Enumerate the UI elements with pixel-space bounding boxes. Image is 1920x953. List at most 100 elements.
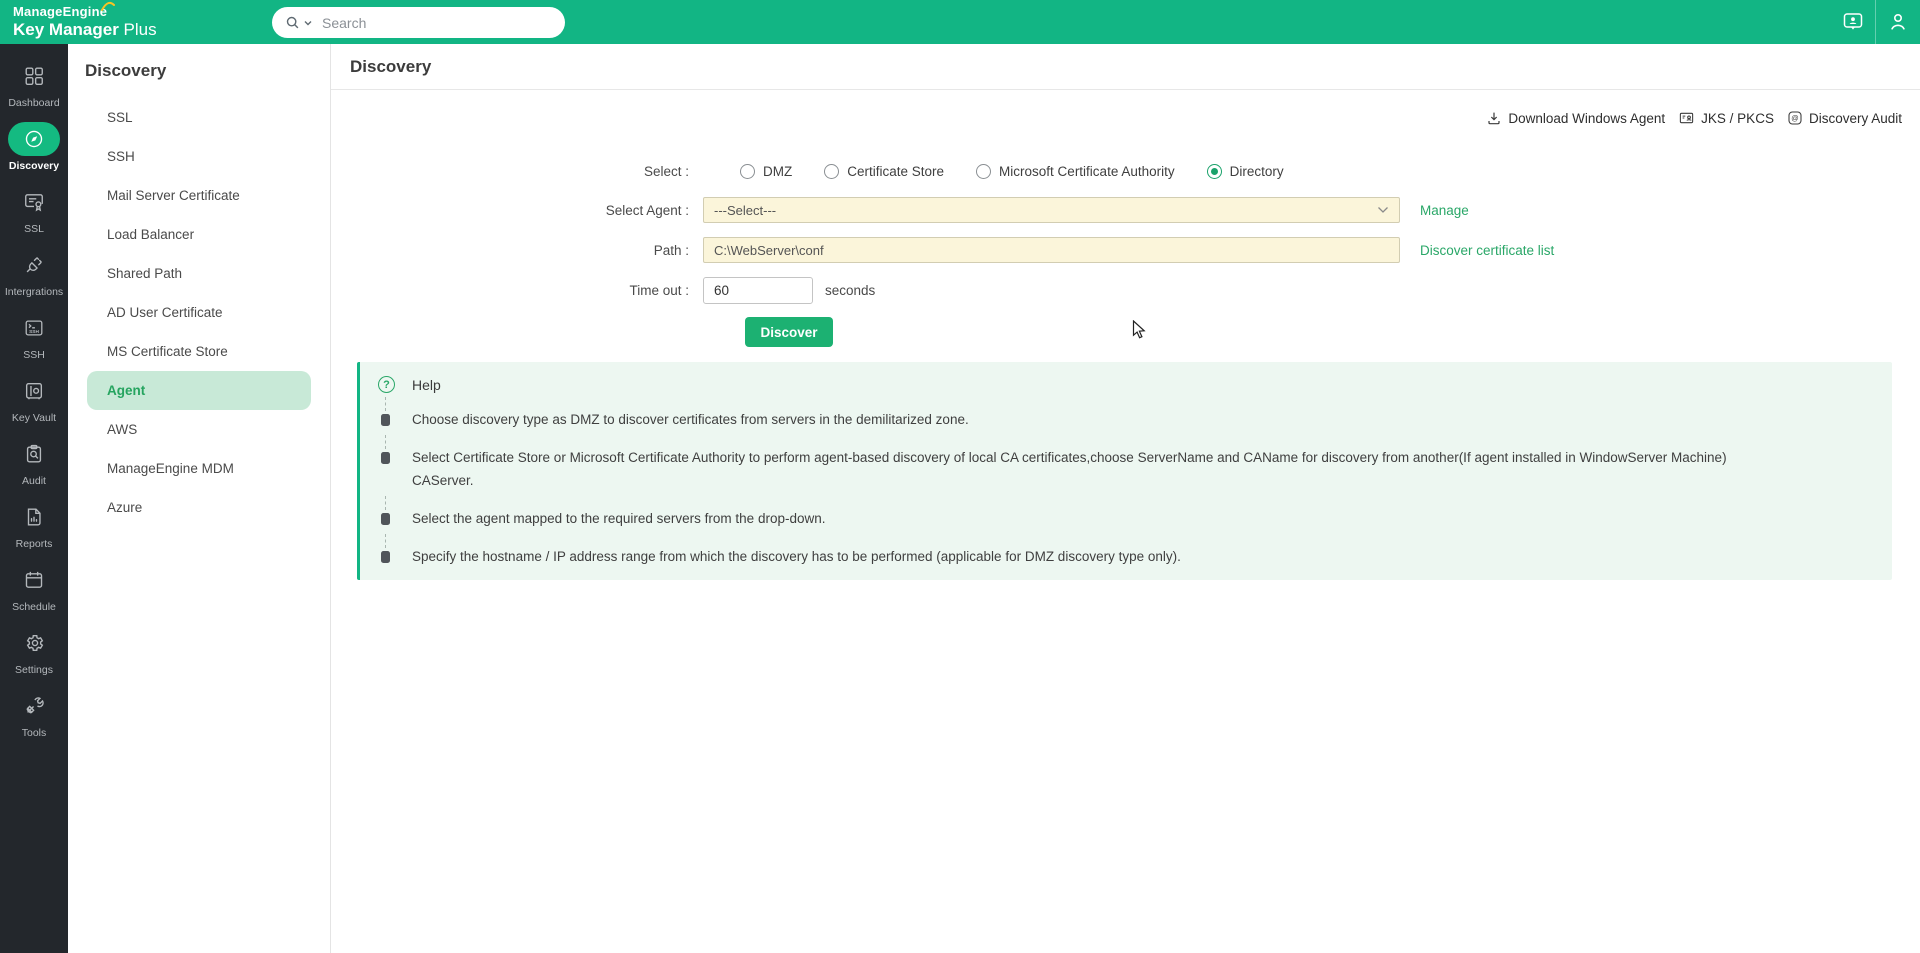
audit-at-icon: @ <box>1787 110 1803 126</box>
manage-link[interactable]: Manage <box>1420 203 1469 218</box>
global-search <box>272 7 565 38</box>
select-type-row: Select : DMZ Certificate Store Microsoft… <box>331 164 1284 179</box>
select-agent-value: ---Select--- <box>714 203 776 218</box>
sidebar-item-label: Tools <box>22 727 47 739</box>
brand-manageengine: ManageEngine <box>13 5 107 19</box>
sidebar-item-schedule[interactable]: Schedule <box>0 563 68 613</box>
submenu-item-mail-server-certificate[interactable]: Mail Server Certificate <box>87 176 311 215</box>
radio-directory[interactable]: Directory <box>1207 164 1284 179</box>
discovery-type-radio-group: DMZ Certificate Store Microsoft Certific… <box>740 164 1284 179</box>
help-item: Specify the hostname / IP address range … <box>378 545 1773 568</box>
help-bullet-icon <box>381 414 390 426</box>
submenu-item-ssl[interactable]: SSL <box>87 98 311 137</box>
jks-pkcs-label: JKS / PKCS <box>1701 111 1774 126</box>
timeout-row: Time out : seconds <box>331 277 875 304</box>
help-connector <box>385 534 386 548</box>
timeout-unit: seconds <box>825 283 875 298</box>
sidebar-item-ssl[interactable]: SSL <box>0 185 68 235</box>
radio-dmz[interactable]: DMZ <box>740 164 792 179</box>
path-row: Path : Discover certificate list <box>331 237 1554 263</box>
main-content: Discovery Download Windows Agent JKS / P… <box>331 44 1920 953</box>
search-input[interactable] <box>322 15 553 31</box>
sidebar-item-integrations[interactable]: Intergrations <box>0 248 68 298</box>
help-item: Select the agent mapped to the required … <box>378 507 1773 530</box>
download-windows-agent-link[interactable]: Download Windows Agent <box>1486 110 1665 126</box>
app-window: ManageEngine Key Manager Plus <box>0 0 1920 953</box>
feedback-user-icon[interactable] <box>1831 0 1875 44</box>
download-icon <box>1486 110 1502 126</box>
help-connector <box>385 496 386 510</box>
help-title: Help <box>412 377 441 393</box>
submenu-item-aws[interactable]: AWS <box>87 410 311 449</box>
brand-logo[interactable]: ManageEngine Key Manager Plus <box>13 3 157 39</box>
sidebar-item-ssh[interactable]: SSH SSH <box>0 311 68 361</box>
timeout-label: Time out : <box>331 283 703 298</box>
brand-bold-text: Key Manager <box>13 20 119 39</box>
submenu-item-shared-path[interactable]: Shared Path <box>87 254 311 293</box>
sidebar-item-settings[interactable]: Settings <box>0 626 68 676</box>
search-icon[interactable] <box>284 14 312 32</box>
sidebar-item-audit[interactable]: Audit <box>0 437 68 487</box>
help-item-text: Specify the hostname / IP address range … <box>412 549 1181 564</box>
timeout-input[interactable] <box>703 277 813 304</box>
sidebar-item-label: Intergrations <box>5 286 63 298</box>
sidebar-item-label: SSH <box>23 349 45 361</box>
sidebar-item-reports[interactable]: Reports <box>0 500 68 550</box>
discover-certificate-list-link[interactable]: Discover certificate list <box>1420 243 1554 258</box>
brand-light-text: Plus <box>119 20 157 39</box>
path-label: Path : <box>331 243 703 258</box>
sidebar-item-dashboard[interactable]: Dashboard <box>0 59 68 109</box>
radio-circle-certificate-store <box>824 164 839 179</box>
sidebar-item-label: Schedule <box>12 601 56 613</box>
submenu-item-ad-user-certificate[interactable]: AD User Certificate <box>87 293 311 332</box>
topbar-right-icons <box>1831 0 1920 44</box>
audit-clipboard-icon <box>8 437 60 471</box>
toolbar-links: Download Windows Agent JKS / PKCS @ Disc… <box>1486 110 1902 126</box>
select-label: Select : <box>331 164 703 179</box>
sidebar-item-label: SSL <box>24 223 44 235</box>
select-agent-label: Select Agent : <box>331 203 703 218</box>
radio-label-certificate-store: Certificate Store <box>847 164 944 179</box>
radio-certificate-store[interactable]: Certificate Store <box>824 164 944 179</box>
sidebar-item-label: Key Vault <box>12 412 56 424</box>
discovery-compass-icon <box>8 122 60 156</box>
submenu-list: SSL SSH Mail Server Certificate Load Bal… <box>68 98 330 527</box>
discovery-audit-link[interactable]: @ Discovery Audit <box>1787 110 1902 126</box>
primary-sidebar: Dashboard Discovery SSL Intergrations SS… <box>0 44 68 953</box>
sidebar-item-tools[interactable]: Tools <box>0 689 68 739</box>
jks-pkcs-link[interactable]: JKS / PKCS <box>1678 110 1774 126</box>
submenu-item-azure[interactable]: Azure <box>87 488 311 527</box>
submenu-item-manageengine-mdm[interactable]: ManageEngine MDM <box>87 449 311 488</box>
page-title: Discovery <box>350 57 431 77</box>
help-item-text: Choose discovery type as DMZ to discover… <box>412 412 969 427</box>
radio-circle-directory <box>1207 164 1222 179</box>
select-agent-dropdown[interactable]: ---Select--- <box>703 197 1400 223</box>
main-header: Discovery <box>331 44 1920 90</box>
path-input[interactable] <box>703 237 1400 263</box>
settings-gear-icon <box>8 626 60 660</box>
radio-microsoft-certificate-authority[interactable]: Microsoft Certificate Authority <box>976 164 1175 179</box>
sidebar-item-discovery[interactable]: Discovery <box>0 122 68 172</box>
help-connector <box>385 435 386 449</box>
help-item-text: Select Certificate Store or Microsoft Ce… <box>412 450 1727 488</box>
submenu-item-agent[interactable]: Agent <box>87 371 311 410</box>
sidebar-item-label: Dashboard <box>8 97 59 109</box>
tools-icon <box>8 689 60 723</box>
reports-document-icon <box>8 500 60 534</box>
submenu-item-ms-certificate-store[interactable]: MS Certificate Store <box>87 332 311 371</box>
sidebar-item-label: Discovery <box>9 160 59 172</box>
help-header: ? Help <box>378 376 1872 393</box>
integrations-plug-icon <box>8 248 60 282</box>
help-bullet-icon <box>381 551 390 563</box>
brand-line1-text: ManageEngine <box>13 4 107 19</box>
submenu-item-load-balancer[interactable]: Load Balancer <box>87 215 311 254</box>
download-windows-agent-label: Download Windows Agent <box>1508 111 1665 126</box>
user-account-icon[interactable] <box>1876 0 1920 44</box>
logo-swoosh-icon <box>101 1 116 12</box>
sidebar-item-key-vault[interactable]: Key Vault <box>0 374 68 424</box>
submenu-title: Discovery <box>68 44 330 81</box>
ssl-certificate-icon <box>8 185 60 219</box>
submenu-item-ssh[interactable]: SSH <box>87 137 311 176</box>
help-item-text: Select the agent mapped to the required … <box>412 511 825 526</box>
discover-button[interactable]: Discover <box>745 317 833 347</box>
